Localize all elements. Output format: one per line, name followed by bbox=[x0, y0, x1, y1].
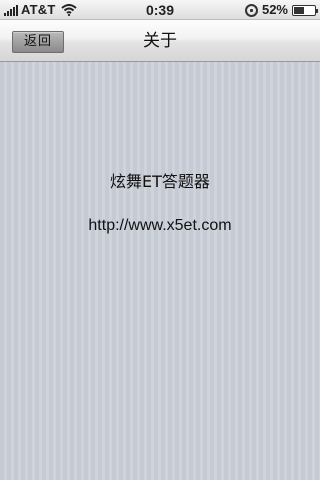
app-name-label: 炫舞ET答题器 bbox=[110, 172, 210, 191]
battery-percent: 52% bbox=[261, 2, 288, 17]
status-bar: AT&T 0:39 52% bbox=[0, 0, 320, 20]
battery-icon bbox=[292, 4, 318, 16]
orientation-lock-icon bbox=[244, 3, 258, 17]
battery-level-fill bbox=[294, 6, 304, 14]
navigation-bar: 返回 关于 bbox=[0, 20, 320, 62]
status-right: 52% bbox=[244, 2, 318, 18]
website-url-link[interactable]: http://www.x5et.com bbox=[0, 217, 320, 235]
about-content: 炫舞ET答题器 http://www.x5et.com bbox=[0, 62, 320, 480]
page-title: 关于 bbox=[143, 31, 177, 51]
